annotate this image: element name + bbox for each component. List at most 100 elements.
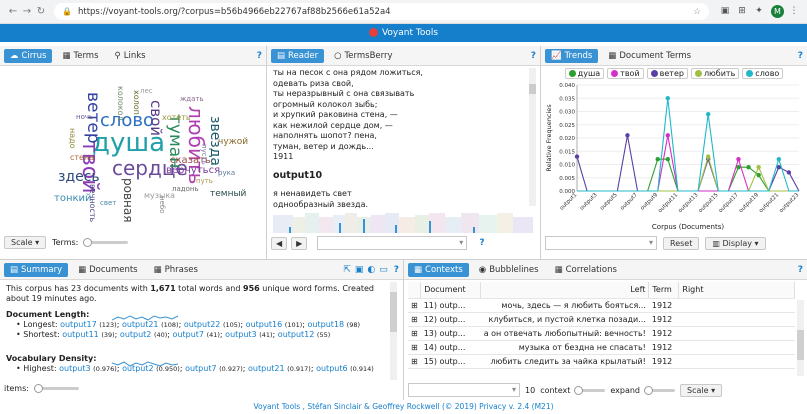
expand-row-icon[interactable]: ⊞ — [408, 298, 421, 313]
doc-link[interactable]: output12 — [278, 330, 315, 339]
cloud-word[interactable]: небо — [158, 196, 166, 213]
options-icon[interactable]: ▭ — [379, 265, 388, 275]
cloud-word[interactable]: ждать — [180, 96, 204, 103]
tab-contexts[interactable]: ▦ Contexts — [408, 262, 469, 277]
table-row[interactable]: ⊞ 15) outp... любить следить за чайка крыл… — [408, 354, 795, 369]
tab-correlations[interactable]: ▦ Correlations — [549, 263, 623, 277]
back-icon[interactable]: ← — [6, 6, 20, 17]
address-bar[interactable]: 🔒 https://voyant-tools.org/?corpus=b56b4… — [54, 3, 709, 20]
window-icon[interactable]: ▣ — [355, 265, 364, 275]
doc-link[interactable]: output7 — [185, 364, 216, 373]
doc-link[interactable]: output18 — [308, 320, 345, 329]
doc-link[interactable]: output7 — [173, 330, 204, 339]
legend-item[interactable]: любить — [690, 68, 740, 79]
reader-search-input[interactable]: ▾ — [317, 236, 468, 250]
table-row[interactable]: ⊞ 12) outp... клубиться, и пустой клетка п… — [408, 312, 795, 327]
cloud-word[interactable]: путь — [196, 178, 213, 185]
reader-document-strip[interactable] — [267, 211, 540, 233]
tab-documents[interactable]: ▦ Documents — [72, 263, 144, 277]
cloud-word[interactable]: лес — [140, 88, 153, 95]
expand-row-icon[interactable]: ⊞ — [408, 312, 421, 327]
cloud-word[interactable]: свой — [147, 100, 165, 136]
display-dropdown[interactable]: ▥ Display ▾ — [705, 236, 766, 250]
legend-item[interactable]: твой — [607, 68, 644, 79]
toggle-icon[interactable]: ◐ — [367, 265, 375, 275]
prev-button[interactable]: ◀ — [271, 236, 288, 250]
cloud-word[interactable]: колокол — [116, 86, 125, 121]
reload-icon[interactable]: ↻ — [34, 6, 48, 17]
help-icon[interactable]: ? — [798, 265, 803, 275]
scale-dropdown[interactable]: Scale ▾ — [4, 236, 47, 249]
column-header-right[interactable]: Right — [678, 282, 795, 299]
cloud-word[interactable]: свет — [100, 200, 116, 207]
table-row[interactable]: ⊞ 14) outp... музыка от бездна не спасать!… — [408, 340, 795, 355]
export-icon[interactable]: ⇱ — [343, 265, 351, 275]
summary-scrollbar[interactable] — [390, 282, 397, 380]
table-row[interactable]: ⊞ 11) outp... мочь, здесь — я любить боять… — [408, 298, 795, 313]
help-icon[interactable]: ? — [257, 51, 262, 61]
column-header-document[interactable]: Document — [420, 282, 482, 299]
trends-chart[interactable]: 0.0000.0050.0100.0150.0200.0250.0300.035… — [541, 81, 807, 233]
cloud-word[interactable]: пусть — [200, 144, 208, 165]
doc-link[interactable]: output17 — [60, 320, 97, 329]
translate-icon[interactable]: ⊞ — [735, 6, 749, 18]
cloud-word[interactable]: вечность — [88, 184, 97, 222]
tab-links[interactable]: ⚲ Links — [109, 49, 152, 63]
tab-document-terms[interactable]: ▦ Document Terms — [602, 49, 697, 63]
cloud-word[interactable]: вернуться — [166, 166, 220, 176]
expand-row-icon[interactable]: ⊞ — [408, 340, 421, 355]
column-header-left[interactable]: Left — [480, 282, 650, 299]
cloud-word[interactable]: ладонь — [172, 186, 199, 193]
cloud-word[interactable]: рука — [218, 170, 235, 177]
scale-dropdown[interactable]: Scale ▾ — [680, 383, 723, 397]
expand-row-icon[interactable]: ⊞ — [408, 354, 421, 369]
context-slider[interactable] — [574, 385, 606, 395]
doc-link[interactable]: output3 — [225, 330, 256, 339]
cloud-word[interactable]: темный — [210, 190, 246, 199]
tab-summary[interactable]: ▤ Summary — [4, 262, 69, 277]
help-icon[interactable]: ? — [479, 238, 484, 248]
trends-search-input[interactable]: ▾ — [545, 236, 657, 250]
legend-item[interactable]: слово — [742, 68, 784, 79]
legend-item[interactable]: ветер — [646, 68, 688, 79]
doc-link[interactable]: output22 — [184, 320, 221, 329]
tab-phrases[interactable]: ▦ Phrases — [148, 263, 204, 277]
footer[interactable]: Voyant Tools , Stéfan Sinclair & Geoffre… — [0, 400, 807, 414]
help-icon[interactable]: ? — [798, 51, 803, 61]
reset-button[interactable]: Reset — [663, 236, 700, 250]
cloud-word[interactable]: тонкий — [54, 194, 92, 204]
cloud-word[interactable]: слово — [100, 112, 154, 130]
extensions-puzzle-icon[interactable]: ✦ — [752, 6, 766, 18]
tab-termsberry[interactable]: ○ TermsBerry — [328, 49, 398, 63]
extension-icon[interactable]: ▣ — [718, 6, 732, 18]
table-row[interactable]: ⊞ 13) outp... а он отвечать любопытный: ве… — [408, 326, 795, 341]
doc-link[interactable]: output21 — [248, 364, 285, 373]
tab-cirrus[interactable]: ☁ Cirrus — [4, 48, 53, 63]
cloud-word[interactable]: надо — [68, 128, 77, 149]
column-header-term[interactable]: Term — [648, 282, 680, 299]
forward-icon[interactable]: → — [20, 6, 34, 17]
doc-link[interactable]: output11 — [62, 330, 99, 339]
expand-row-icon[interactable]: ⊞ — [408, 326, 421, 341]
doc-link[interactable]: output3 — [59, 364, 90, 373]
expand-slider[interactable] — [644, 385, 675, 395]
doc-link[interactable]: output2 — [120, 330, 151, 339]
contexts-search-input[interactable]: ▾ — [408, 383, 520, 397]
terms-slider[interactable] — [83, 238, 129, 247]
tab-trends[interactable]: 📈 Trends — [545, 48, 599, 63]
items-slider[interactable] — [33, 384, 79, 393]
legend-item[interactable]: душа — [564, 68, 605, 79]
cloud-word[interactable]: холоп — [132, 90, 141, 115]
tab-terms[interactable]: ▦ Terms — [56, 49, 104, 63]
tab-reader[interactable]: ▤ Reader — [271, 48, 325, 63]
help-icon[interactable]: ? — [531, 51, 536, 61]
cloud-word[interactable]: здесь — [58, 170, 100, 184]
doc-link[interactable]: output16 — [246, 320, 283, 329]
cloud-word[interactable]: ночь — [76, 114, 93, 121]
cloud-word[interactable]: хотеть — [162, 114, 191, 122]
menu-icon[interactable]: ⋮ — [787, 6, 801, 18]
contexts-scrollbar[interactable] — [797, 300, 804, 376]
bookmark-star-icon[interactable]: ☆ — [693, 7, 701, 17]
doc-link[interactable]: output6 — [316, 364, 347, 373]
cloud-word[interactable]: чужой — [218, 138, 248, 147]
